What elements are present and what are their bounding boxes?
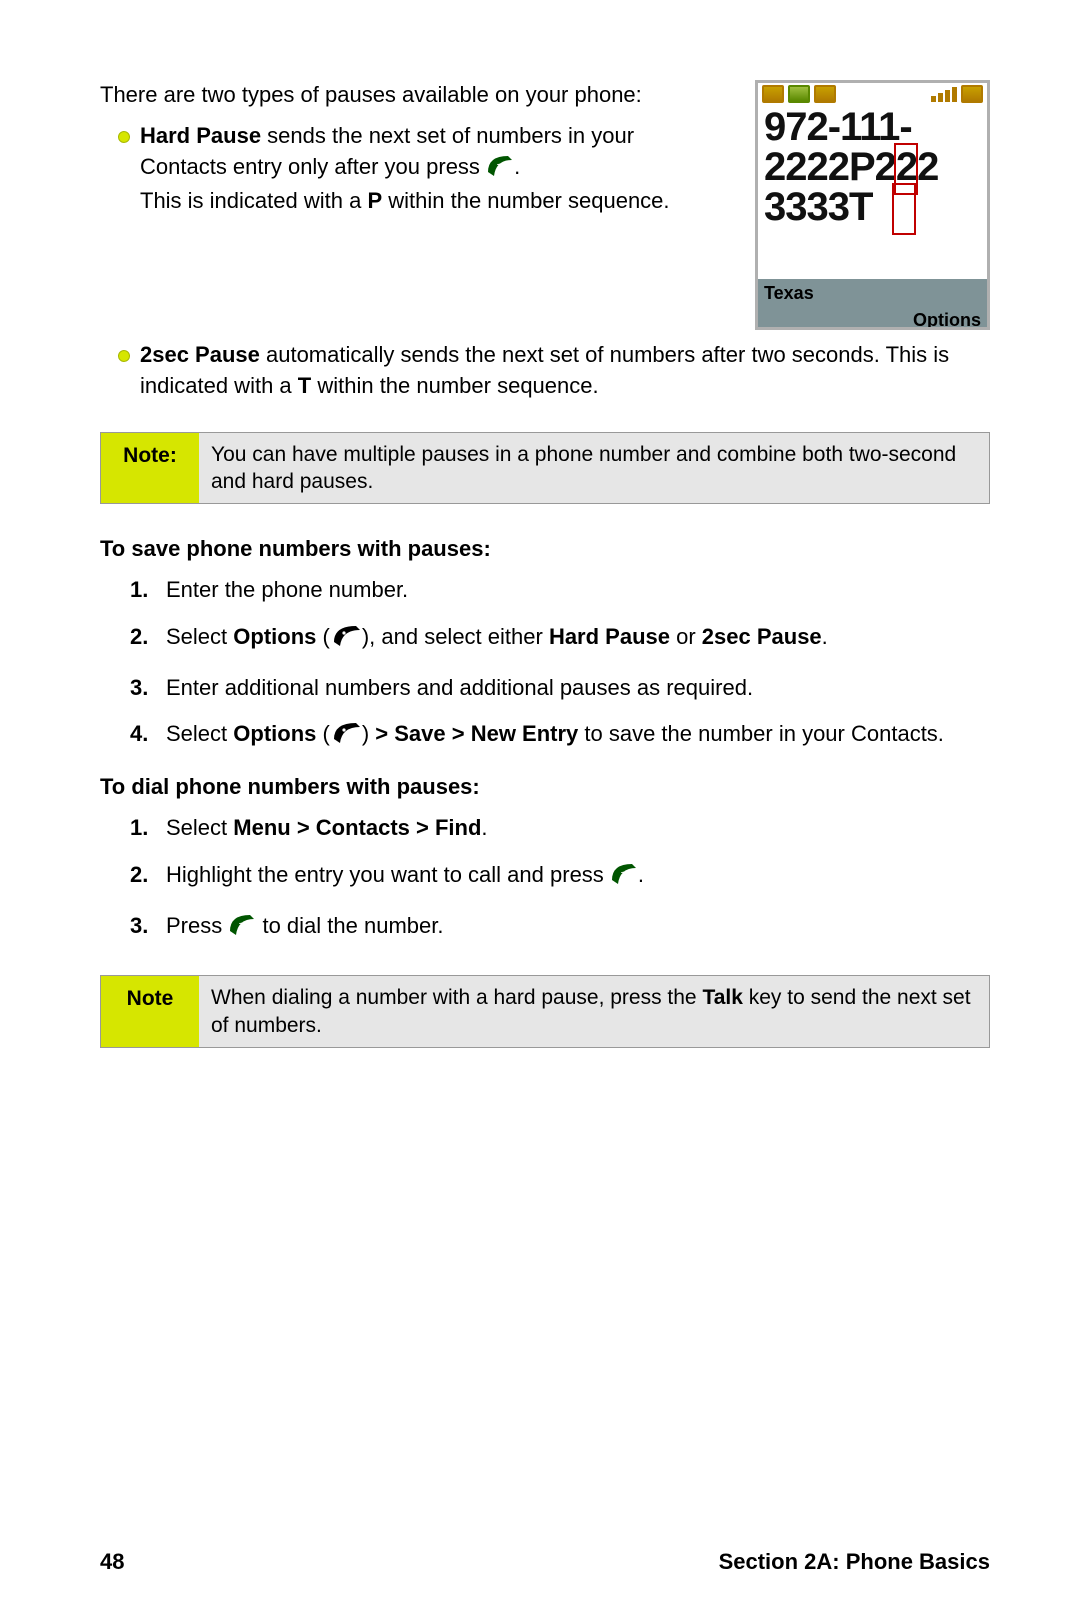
hard-pause-item: Hard Pause sends the next set of numbers… (140, 121, 725, 217)
phone-softkey-bar: Texas Options (758, 279, 987, 327)
dial-heading: To dial phone numbers with pauses: (100, 772, 990, 803)
save-heading: To save phone numbers with pauses: (100, 534, 990, 565)
talk-key-icon (228, 913, 256, 946)
intro-section: There are two types of pauses available … (100, 80, 990, 330)
options-key-icon (330, 719, 362, 754)
talk-key-icon (610, 862, 638, 895)
save-step-4: Select Options () > Save > New Entry to … (130, 719, 990, 754)
save-steps: Enter the phone number. Select Options (… (130, 575, 990, 754)
status-icon (788, 85, 810, 103)
note-body: When dialing a number with a hard pause,… (199, 976, 989, 1047)
page-number: 48 (100, 1547, 124, 1578)
intro-text-column: There are two types of pauses available … (100, 80, 725, 227)
section-title: Section 2A: Phone Basics (719, 1547, 990, 1578)
note-body: You can have multiple pauses in a phone … (199, 433, 989, 504)
dial-step-2: Highlight the entry you want to call and… (130, 860, 990, 895)
save-step-1: Enter the phone number. (130, 575, 990, 606)
twosec-pause-item: 2sec Pause automatically sends the next … (140, 340, 990, 402)
note-label: Note (101, 976, 199, 1047)
dialed-number: 972-111- 2222P222 3333T (758, 105, 987, 227)
phone-screenshot: 972-111- 2222P222 3333T Texas Options (755, 80, 990, 330)
twosec-pause-label: 2sec Pause (140, 342, 260, 367)
note-label: Note: (101, 433, 199, 504)
battery-icon (961, 85, 983, 103)
note-callout: Note: You can have multiple pauses in a … (100, 432, 990, 505)
pause-types-list-continued: 2sec Pause automatically sends the next … (100, 340, 990, 402)
dial-step-3: Press to dial the number. (130, 911, 990, 946)
options-softkey: Options (758, 308, 987, 330)
options-key-icon (330, 622, 362, 657)
note-callout: Note When dialing a number with a hard p… (100, 975, 990, 1048)
hard-pause-label: Hard Pause (140, 123, 261, 148)
status-icon (814, 85, 836, 103)
pause-types-list: Hard Pause sends the next set of numbers… (100, 121, 725, 217)
location-label: Texas (758, 279, 987, 308)
signal-icon (931, 87, 957, 102)
save-step-3: Enter additional numbers and additional … (130, 673, 990, 704)
cursor-highlight (892, 183, 916, 235)
dial-steps: Select Menu > Contacts > Find. Highlight… (130, 813, 990, 945)
manual-page: There are two types of pauses available … (0, 0, 1080, 1620)
save-step-2: Select Options (), and select either Har… (130, 622, 990, 657)
intro-paragraph: There are two types of pauses available … (100, 80, 725, 111)
status-icon (762, 85, 784, 103)
talk-key-icon (486, 154, 514, 187)
page-footer: 48 Section 2A: Phone Basics (100, 1547, 990, 1578)
dial-step-1: Select Menu > Contacts > Find. (130, 813, 990, 844)
status-bar (758, 83, 987, 105)
